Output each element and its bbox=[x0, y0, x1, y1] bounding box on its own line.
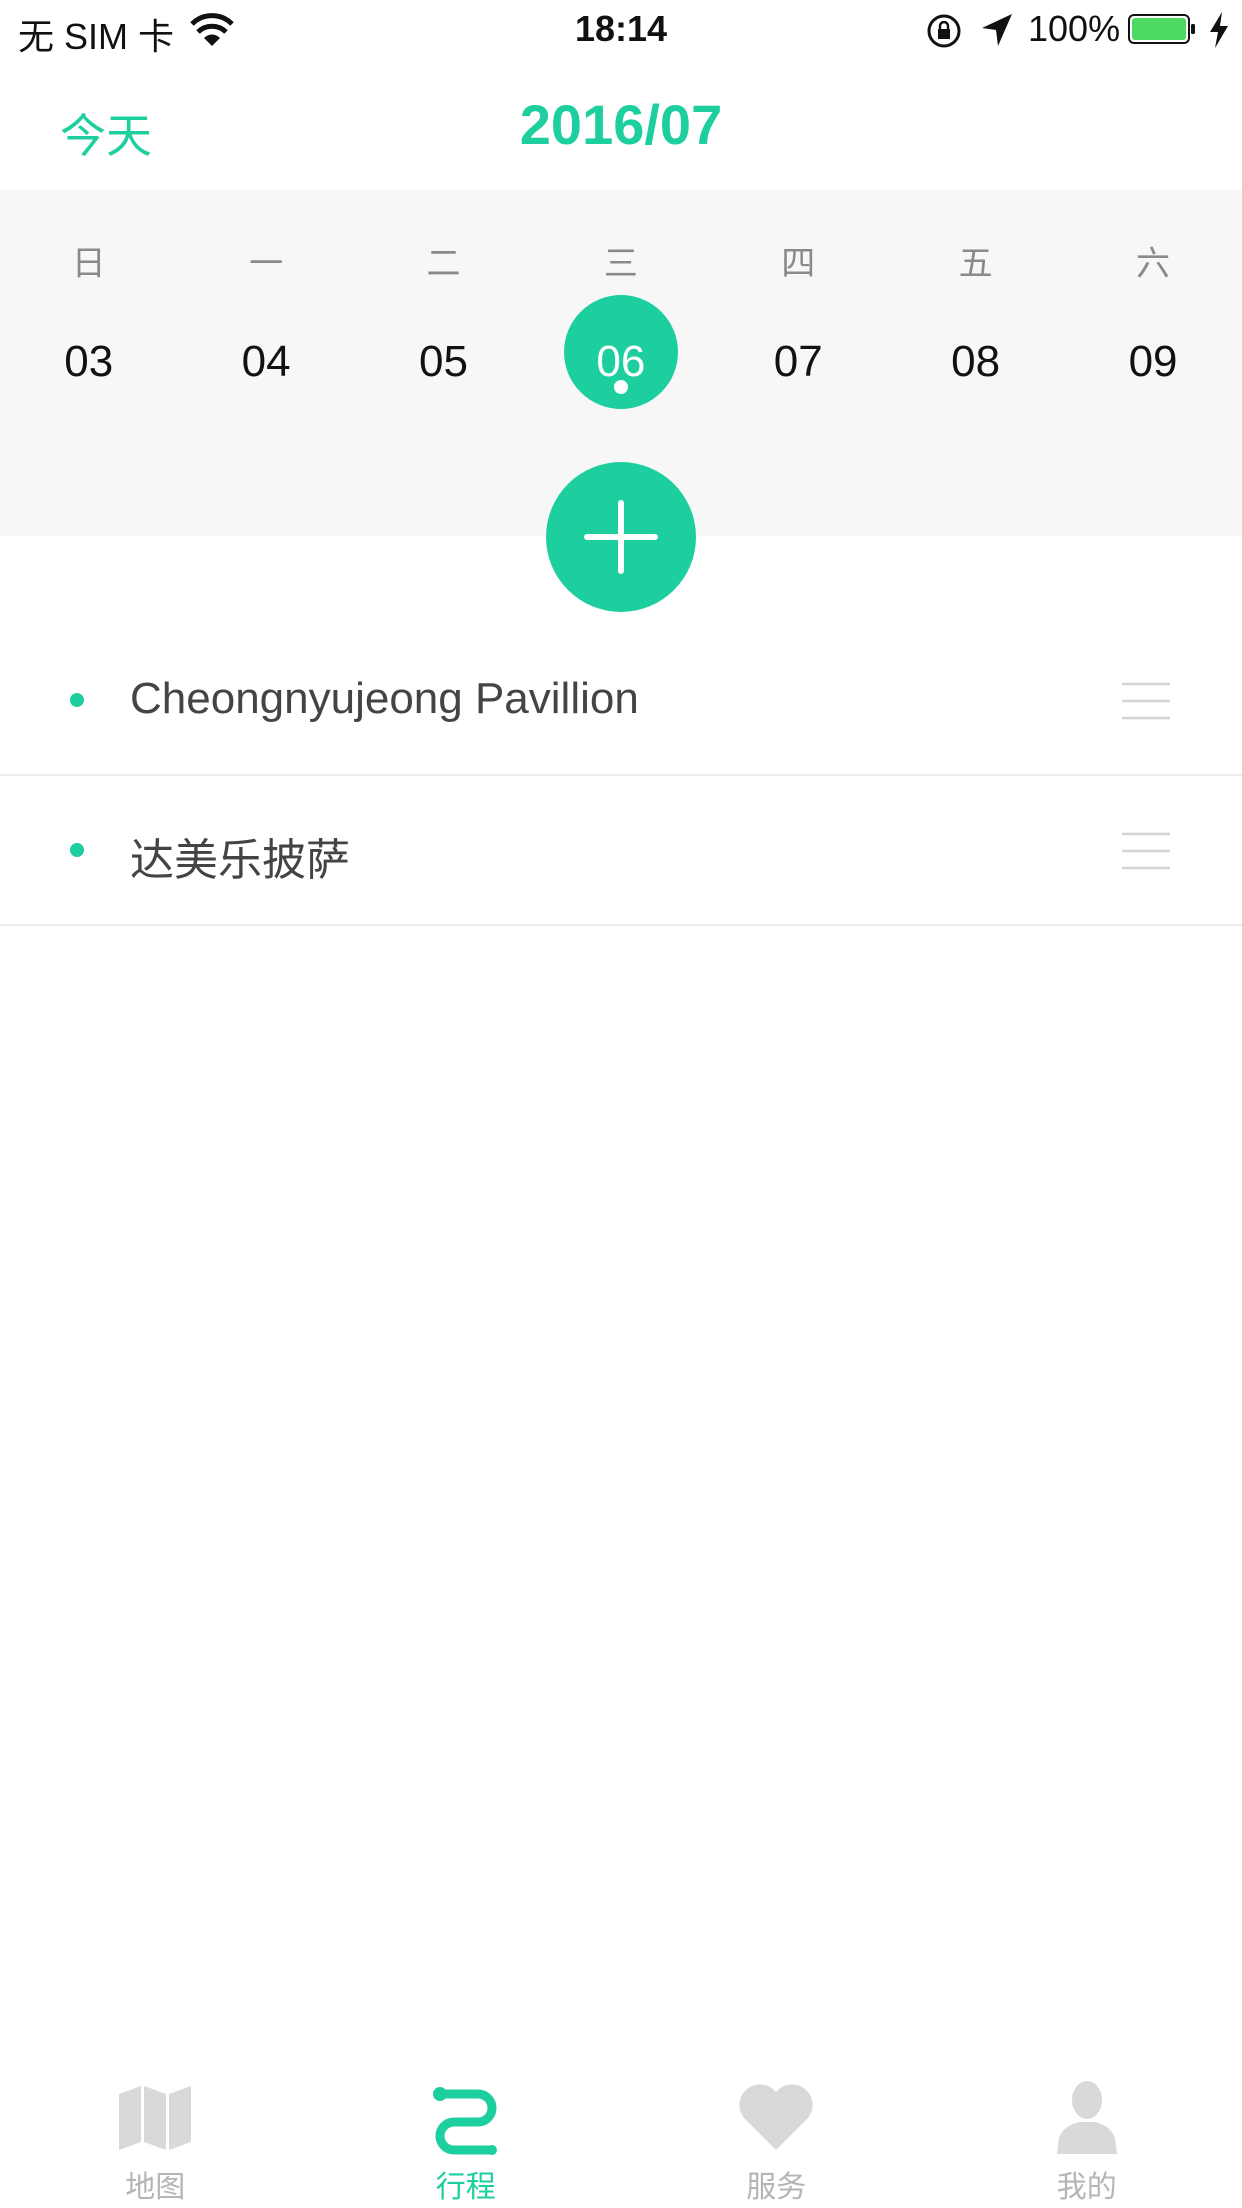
battery-icon bbox=[1128, 14, 1195, 44]
date-row: 03 04 05 06 07 08 09 bbox=[0, 295, 1242, 435]
weekday-label: 六 bbox=[1136, 245, 1171, 283]
tab-services[interactable]: 服务 bbox=[621, 2058, 932, 2208]
weekday-label: 五 bbox=[958, 245, 993, 283]
calendar-header: 今天 2016/07 bbox=[0, 60, 1242, 190]
date-cell[interactable]: 05 bbox=[355, 325, 532, 435]
date-number: 07 bbox=[773, 337, 823, 386]
weekday-label: 二 bbox=[426, 245, 461, 283]
date-number: 04 bbox=[241, 337, 291, 386]
drag-handle-icon[interactable] bbox=[1122, 682, 1170, 720]
date-cell-selected[interactable]: 06 bbox=[532, 295, 709, 435]
tab-profile[interactable]: 我的 bbox=[932, 2058, 1242, 2208]
tab-label: 我的 bbox=[1056, 2171, 1117, 2204]
date-cell[interactable]: 03 bbox=[0, 325, 177, 435]
item-title: Cheongnyujeong Pavillion bbox=[130, 674, 639, 723]
list-item[interactable]: 达美乐披萨 bbox=[0, 776, 1242, 926]
bullet-dot bbox=[70, 693, 84, 707]
weekday-label: 三 bbox=[603, 245, 638, 283]
status-bar: 无 SIM 卡 18:14 100% bbox=[0, 0, 1242, 60]
item-title: 达美乐披萨 bbox=[130, 836, 350, 885]
route-icon bbox=[432, 2087, 497, 2155]
weekday-label: 四 bbox=[781, 245, 816, 283]
tab-bar: 地图 行程 服务 我的 bbox=[0, 2058, 1242, 2208]
date-number: 06 bbox=[596, 337, 646, 386]
weekday-label: 一 bbox=[249, 245, 284, 283]
bullet-dot bbox=[70, 843, 84, 857]
date-cell[interactable]: 09 bbox=[1064, 325, 1241, 435]
date-number: 08 bbox=[951, 337, 1001, 386]
location-arrow-icon bbox=[982, 14, 1012, 46]
add-button[interactable] bbox=[546, 462, 696, 612]
tab-label: 行程 bbox=[435, 2171, 496, 2204]
battery-percent: 100% bbox=[1028, 8, 1121, 49]
date-cell[interactable]: 08 bbox=[887, 325, 1064, 435]
plus-icon bbox=[584, 500, 658, 574]
tab-itinerary[interactable]: 行程 bbox=[311, 2058, 622, 2208]
month-title: 2016/07 bbox=[519, 93, 723, 156]
date-number: 05 bbox=[419, 337, 468, 386]
weekday-label: 日 bbox=[71, 245, 106, 283]
map-icon bbox=[119, 2086, 192, 2150]
tab-map[interactable]: 地图 bbox=[0, 2058, 311, 2208]
list-item[interactable]: Cheongnyujeong Pavillion bbox=[0, 626, 1242, 776]
drag-handle-icon[interactable] bbox=[1122, 832, 1170, 870]
tab-label: 地图 bbox=[125, 2171, 186, 2204]
rotation-lock-icon bbox=[927, 14, 961, 48]
heart-icon bbox=[739, 2084, 813, 2150]
date-number: 03 bbox=[64, 337, 114, 386]
person-icon bbox=[1056, 2081, 1117, 2154]
weekday-row: 日 一 二 三 四 五 六 bbox=[0, 236, 1242, 285]
date-cell[interactable]: 04 bbox=[177, 325, 354, 435]
tab-label: 服务 bbox=[746, 2171, 807, 2204]
date-number: 09 bbox=[1128, 337, 1178, 386]
date-cell[interactable]: 07 bbox=[710, 325, 887, 435]
charging-bolt-icon bbox=[1210, 12, 1228, 48]
itinerary-list: Cheongnyujeong Pavillion 达美乐披萨 bbox=[0, 626, 1242, 926]
